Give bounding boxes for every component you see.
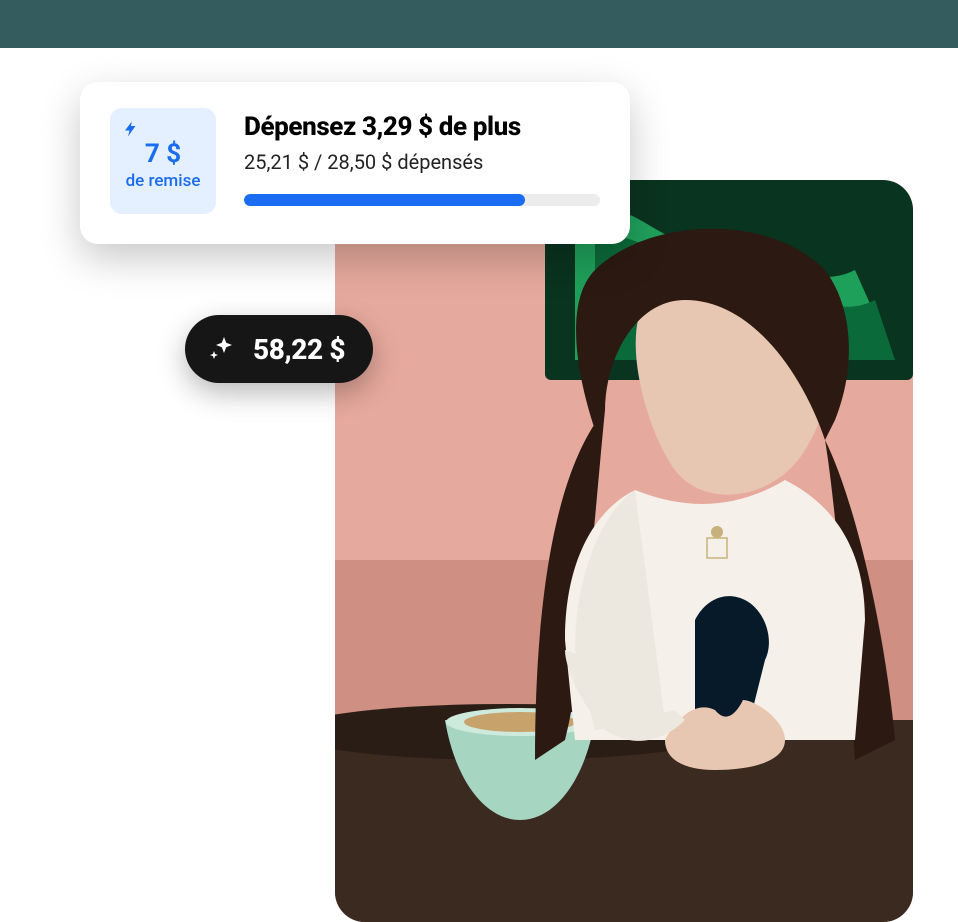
progress-fill bbox=[244, 194, 525, 206]
progress-bar bbox=[244, 194, 600, 206]
bolt-icon bbox=[122, 118, 140, 144]
balance-amount: 58,22 $ bbox=[253, 333, 345, 366]
lifestyle-photo bbox=[335, 180, 913, 922]
sparkle-icon bbox=[203, 331, 239, 367]
balance-pill: 58,22 $ bbox=[185, 315, 373, 383]
promo-title: Dépensez 3,29 $ de plus bbox=[244, 112, 600, 142]
promo-content: Dépensez 3,29 $ de plus 25,21 $ / 28,50 … bbox=[244, 108, 600, 206]
badge-label: de remise bbox=[126, 171, 201, 191]
promo-card: 7 $ de remise Dépensez 3,29 $ de plus 25… bbox=[80, 82, 630, 244]
promo-subtitle: 25,21 $ / 28,50 $ dépensés bbox=[244, 150, 600, 174]
discount-badge: 7 $ de remise bbox=[110, 108, 216, 214]
badge-amount: 7 $ bbox=[145, 139, 181, 169]
top-bar bbox=[0, 0, 958, 48]
